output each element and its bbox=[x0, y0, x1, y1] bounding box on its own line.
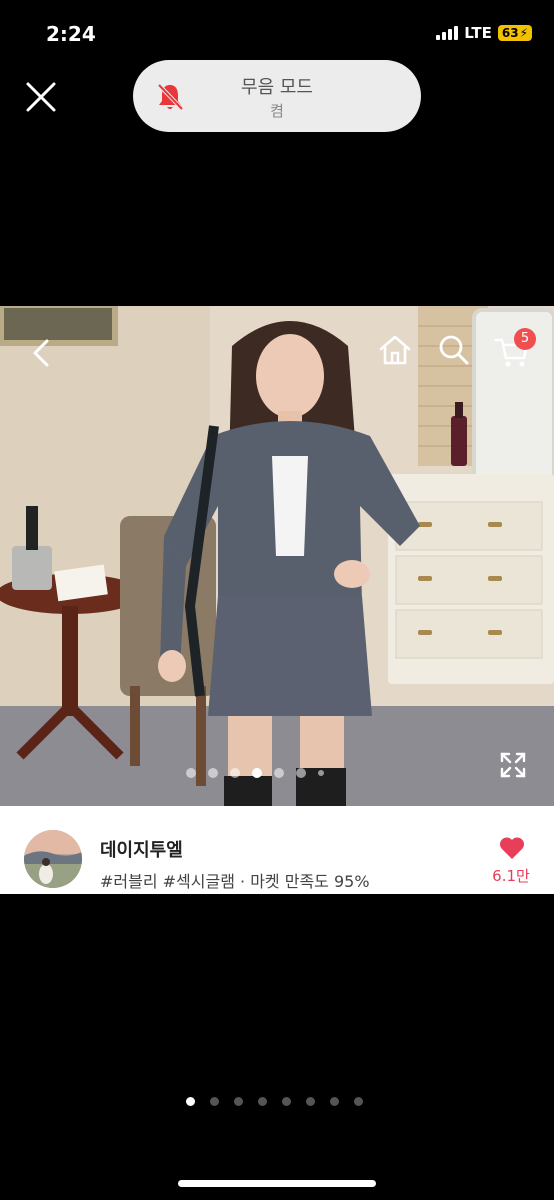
home-icon[interactable] bbox=[378, 334, 412, 366]
silent-mode-title: 무음 모드 bbox=[241, 77, 313, 98]
like-count: 6.1만 bbox=[492, 867, 530, 885]
image-dot bbox=[318, 770, 324, 776]
seller-name[interactable]: 데이지투엘 bbox=[100, 836, 183, 862]
image-dot bbox=[186, 768, 196, 778]
image-dot bbox=[208, 768, 218, 778]
fullscreen-icon[interactable] bbox=[500, 752, 526, 778]
carousel-dot[interactable] bbox=[234, 1097, 243, 1106]
image-dot-active bbox=[252, 768, 262, 778]
signal-icon bbox=[436, 26, 459, 40]
product-photo[interactable] bbox=[0, 306, 554, 806]
silent-mode-toast: 무음 모드 켬 bbox=[133, 60, 421, 132]
back-icon[interactable] bbox=[32, 338, 50, 368]
battery-icon: 63 ⚡ bbox=[497, 25, 532, 41]
image-dot bbox=[230, 768, 240, 778]
carousel-dot[interactable] bbox=[282, 1097, 291, 1106]
carousel-dot[interactable] bbox=[330, 1097, 339, 1106]
search-icon[interactable] bbox=[438, 334, 470, 366]
seller-avatar[interactable] bbox=[24, 830, 82, 888]
seller-bar[interactable]: 데이지투엘 #러블리 #섹시글램 · 마켓 만족도 95% 6.1만 bbox=[0, 806, 554, 894]
carousel-dot-active[interactable] bbox=[186, 1097, 195, 1106]
carousel-dot[interactable] bbox=[258, 1097, 267, 1106]
carousel-dot[interactable] bbox=[306, 1097, 315, 1106]
carousel-dot[interactable] bbox=[210, 1097, 219, 1106]
carousel-dots bbox=[186, 1097, 363, 1106]
home-indicator[interactable] bbox=[178, 1180, 376, 1187]
product-image bbox=[0, 306, 554, 806]
image-dot bbox=[296, 768, 306, 778]
seller-tags: #러블리 #섹시글램 · 마켓 만족도 95% bbox=[100, 872, 370, 891]
carousel-dot[interactable] bbox=[354, 1097, 363, 1106]
heart-icon[interactable] bbox=[499, 836, 525, 860]
close-icon[interactable] bbox=[24, 80, 58, 114]
status-time: 2:24 bbox=[46, 22, 96, 46]
image-dot bbox=[274, 768, 284, 778]
battery-level: 63 bbox=[501, 26, 519, 40]
status-indicators: LTE 63 ⚡ bbox=[436, 24, 532, 42]
cart-count-badge: 5 bbox=[514, 328, 536, 350]
image-page-dots bbox=[186, 768, 324, 778]
network-label: LTE bbox=[464, 24, 492, 42]
silent-mode-status: 켬 bbox=[270, 102, 284, 120]
